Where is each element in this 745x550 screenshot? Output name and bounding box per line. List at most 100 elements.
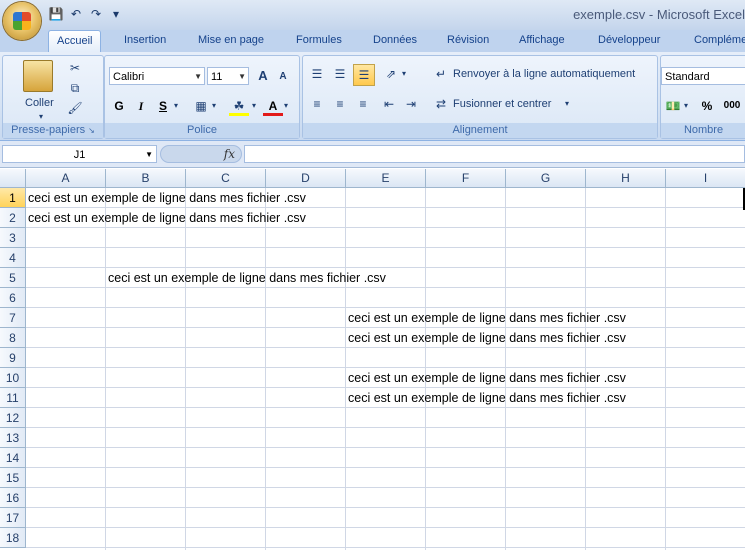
- align-middle-icon[interactable]: ☰: [330, 64, 350, 84]
- column-header-d[interactable]: D: [266, 169, 346, 188]
- format-painter-icon[interactable]: 🖌: [65, 98, 85, 118]
- column-header-g[interactable]: G: [506, 169, 586, 188]
- tab-donnees[interactable]: Données: [373, 30, 417, 52]
- row-header-13[interactable]: 13: [0, 428, 26, 448]
- row-header-15[interactable]: 15: [0, 468, 26, 488]
- tab-mise-en-page[interactable]: Mise en page: [198, 30, 264, 52]
- row-header-18[interactable]: 18: [0, 528, 26, 548]
- decrease-indent-icon[interactable]: ⇤: [379, 94, 399, 114]
- row-header-5[interactable]: 5: [0, 268, 26, 288]
- clipboard-group: Coller ▾ ✂ ⧉ 🖌 Presse-papiers ↘: [2, 55, 104, 139]
- row-header-10[interactable]: 10: [0, 368, 26, 388]
- align-left-icon[interactable]: ≡: [307, 94, 327, 114]
- row-header-6[interactable]: 6: [0, 288, 26, 308]
- column-gridline: [665, 188, 666, 550]
- merge-center-dropdown-icon[interactable]: ▾: [565, 95, 569, 113]
- italic-button[interactable]: I: [131, 96, 151, 116]
- copy-icon[interactable]: ⧉: [65, 78, 85, 98]
- alignment-group: ☰ ☰ ☰ ⇗ ▾ ≡ ≡ ≡ ⇤ ⇥ ↵ Renvoyer à la lign…: [302, 55, 658, 139]
- bold-button[interactable]: G: [109, 96, 129, 116]
- redo-icon[interactable]: ↷: [88, 6, 104, 22]
- cell-a2[interactable]: ceci est un exemple de ligne dans mes fi…: [26, 208, 306, 228]
- tab-formules[interactable]: Formules: [296, 30, 342, 52]
- grow-font-button[interactable]: A: [253, 66, 273, 86]
- percent-style-button[interactable]: %: [697, 96, 717, 116]
- paste-icon[interactable]: [23, 60, 53, 92]
- align-bottom-icon[interactable]: ☰: [353, 64, 375, 86]
- name-box[interactable]: J1 ▼: [2, 145, 157, 163]
- column-header-e[interactable]: E: [346, 169, 426, 188]
- row-header-16[interactable]: 16: [0, 488, 26, 508]
- font-color-button[interactable]: A: [263, 96, 283, 116]
- row-header-3[interactable]: 3: [0, 228, 26, 248]
- cut-icon[interactable]: ✂: [65, 58, 85, 78]
- title-bar: 💾 ↶ ↷ ▾ exemple.csv - Microsoft Excel: [0, 0, 745, 30]
- underline-dropdown-icon[interactable]: ▾: [171, 96, 181, 116]
- tab-developpeur[interactable]: Développeur: [598, 30, 660, 52]
- font-color-dropdown-icon[interactable]: ▾: [281, 96, 291, 116]
- fill-color-icon[interactable]: ☘: [229, 96, 249, 116]
- orientation-icon[interactable]: ⇗: [381, 64, 401, 84]
- row-header-9[interactable]: 9: [0, 348, 26, 368]
- cell-e10[interactable]: ceci est un exemple de ligne dans mes fi…: [346, 368, 626, 388]
- column-header-c[interactable]: C: [186, 169, 266, 188]
- shrink-font-button[interactable]: A: [273, 67, 293, 87]
- cell-e7[interactable]: ceci est un exemple de ligne dans mes fi…: [346, 308, 626, 328]
- row-header-14[interactable]: 14: [0, 448, 26, 468]
- row-header-2[interactable]: 2: [0, 208, 26, 228]
- wrap-text-button[interactable]: Renvoyer à la ligne automatiquement: [453, 65, 635, 83]
- column-header-b[interactable]: B: [106, 169, 186, 188]
- accounting-dropdown-icon[interactable]: ▾: [681, 96, 691, 116]
- accounting-format-icon[interactable]: 💵: [663, 96, 683, 116]
- align-center-icon[interactable]: ≡: [330, 94, 350, 114]
- tab-affichage[interactable]: Affichage: [519, 30, 565, 52]
- thousands-separator-button[interactable]: 000: [719, 96, 745, 116]
- borders-icon[interactable]: ▦: [191, 96, 211, 116]
- row-header-11[interactable]: 11: [0, 388, 26, 408]
- number-format-select[interactable]: Standard: [661, 67, 745, 85]
- formula-bar: J1 ▼ fx: [0, 141, 745, 168]
- column-gridline: [105, 188, 106, 550]
- office-button[interactable]: [3, 2, 41, 40]
- tab-complements[interactable]: Compléments: [694, 30, 745, 52]
- clipboard-group-label: Presse-papiers ↘: [3, 123, 103, 138]
- column-header-f[interactable]: F: [426, 169, 506, 188]
- cell-b5[interactable]: ceci est un exemple de ligne dans mes fi…: [106, 268, 386, 288]
- font-name-select[interactable]: Calibri ▼: [109, 67, 205, 85]
- column-header-h[interactable]: H: [586, 169, 666, 188]
- dialog-launcher-icon[interactable]: ↘: [88, 126, 95, 135]
- alignment-group-label: Alignement: [303, 123, 657, 138]
- select-all-button[interactable]: [0, 169, 26, 188]
- fill-color-dropdown-icon[interactable]: ▾: [249, 96, 259, 116]
- align-right-icon[interactable]: ≡: [353, 94, 373, 114]
- insert-function-button[interactable]: fx: [160, 145, 242, 163]
- cell-a1[interactable]: ceci est un exemple de ligne dans mes fi…: [26, 188, 306, 208]
- customize-qat-icon[interactable]: ▾: [108, 6, 124, 22]
- row-gridline: [26, 527, 745, 528]
- undo-icon[interactable]: ↶: [68, 6, 84, 22]
- column-header-a[interactable]: A: [26, 169, 106, 188]
- merge-center-button[interactable]: Fusionner et centrer: [453, 95, 551, 113]
- row-header-1[interactable]: 1: [0, 188, 26, 208]
- cell-e8[interactable]: ceci est un exemple de ligne dans mes fi…: [346, 328, 626, 348]
- formula-input[interactable]: [244, 145, 745, 163]
- row-header-17[interactable]: 17: [0, 508, 26, 528]
- row-header-4[interactable]: 4: [0, 248, 26, 268]
- save-icon[interactable]: 💾: [48, 6, 64, 22]
- tab-insertion[interactable]: Insertion: [124, 30, 166, 52]
- column-gridline: [185, 188, 186, 550]
- increase-indent-icon[interactable]: ⇥: [401, 94, 421, 114]
- row-header-7[interactable]: 7: [0, 308, 26, 328]
- cell-e11[interactable]: ceci est un exemple de ligne dans mes fi…: [346, 388, 626, 408]
- align-top-icon[interactable]: ☰: [307, 64, 327, 84]
- row-header-8[interactable]: 8: [0, 328, 26, 348]
- borders-dropdown-icon[interactable]: ▾: [209, 96, 219, 116]
- row-header-12[interactable]: 12: [0, 408, 26, 428]
- column-header-i[interactable]: I: [666, 169, 745, 188]
- orientation-dropdown-icon[interactable]: ▾: [399, 64, 409, 84]
- tab-accueil[interactable]: Accueil: [48, 30, 102, 53]
- font-size-select[interactable]: 11 ▼: [207, 67, 249, 85]
- underline-button[interactable]: S: [153, 96, 173, 116]
- worksheet-grid[interactable]: ABCDEFGHI 1 2 3 4 5 6 7 8 9 10 11 12 13 14 15 16 17 18 ce…: [0, 169, 745, 550]
- tab-revision[interactable]: Révision: [447, 30, 489, 52]
